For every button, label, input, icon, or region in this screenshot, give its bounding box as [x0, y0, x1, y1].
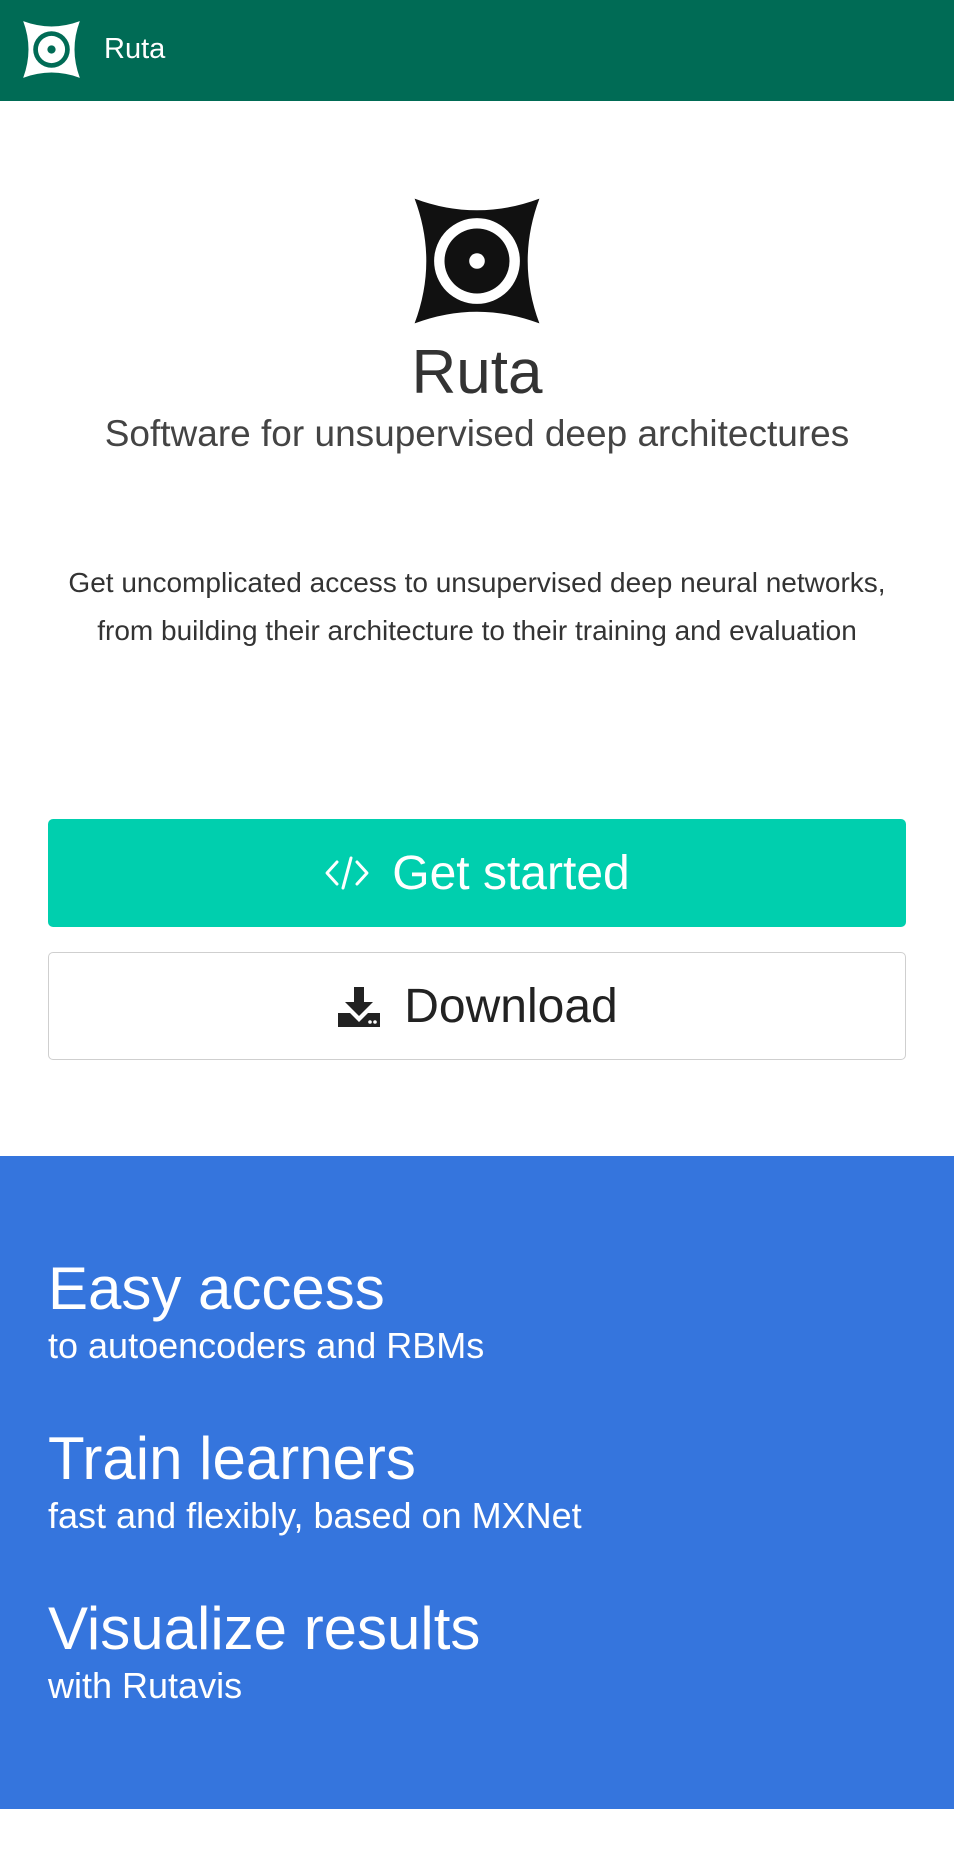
- feature-title: Easy access: [48, 1255, 385, 1322]
- download-icon: [336, 983, 382, 1029]
- feature-text: with Rutavis: [48, 1665, 243, 1706]
- hero-subtitle: Software for unsupervised deep architect…: [104, 413, 850, 454]
- navbar-title[interactable]: Ruta: [104, 32, 165, 66]
- download-button[interactable]: Download: [48, 952, 906, 1060]
- code-icon: [324, 850, 370, 896]
- ruta-logo-icon: [412, 196, 542, 326]
- feature-visualize-results: Visualize results with Rutavis: [48, 1594, 908, 1708]
- feature-title: Visualize results: [48, 1595, 481, 1662]
- feature-text: to autoencoders and RBMs: [48, 1325, 485, 1366]
- ruta-logo-icon[interactable]: [22, 20, 81, 79]
- feature-text: fast and flexibly, based on MXNet: [48, 1495, 582, 1536]
- feature-easy-access: Easy access to autoencoders and RBMs: [48, 1254, 908, 1368]
- features-section: Easy access to autoencoders and RBMs Tra…: [0, 1156, 954, 1809]
- navbar: Ruta: [0, 0, 954, 101]
- feature-title: Train learners: [48, 1425, 416, 1492]
- get-started-label: Get started: [392, 846, 630, 900]
- hero-description: Get uncomplicated access to unsupervised…: [68, 567, 886, 646]
- feature-train-learners: Train learners fast and flexibly, based …: [48, 1424, 908, 1538]
- hero-section: Ruta Software for unsupervised deep arch…: [0, 101, 954, 1156]
- get-started-button[interactable]: Get started: [48, 819, 906, 927]
- download-label: Download: [404, 979, 618, 1033]
- hero-title: Ruta: [411, 338, 543, 407]
